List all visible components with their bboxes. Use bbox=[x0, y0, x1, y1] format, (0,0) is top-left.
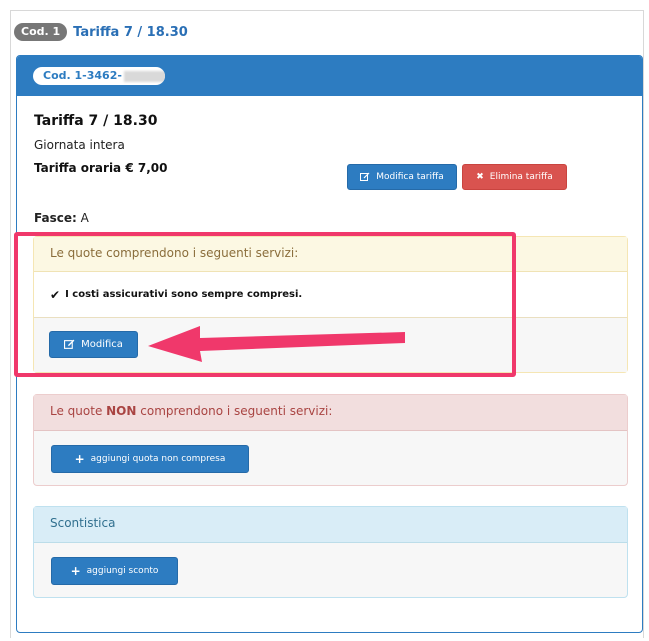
delete-tariff-button[interactable]: ✖ Elimina tariffa bbox=[462, 164, 567, 190]
modifica-label: Modifica bbox=[81, 339, 123, 350]
tariff-subtitle: Giornata intera bbox=[34, 138, 125, 152]
not-included-heading-post: comprendono i seguenti servizi: bbox=[136, 404, 333, 418]
discount-heading: Scontistica bbox=[34, 507, 627, 543]
close-icon: ✖ bbox=[476, 172, 484, 182]
discount-panel: Scontistica + aggiungi sconto bbox=[33, 506, 628, 598]
modifica-button[interactable]: Modifica bbox=[49, 331, 138, 358]
tariff-rate: Tariffa oraria € 7,00 bbox=[34, 161, 168, 175]
edit-icon bbox=[64, 339, 75, 349]
add-discount-button[interactable]: + aggiungi sconto bbox=[51, 557, 178, 585]
code-badge: Cod. 1 bbox=[14, 23, 68, 41]
page-title: Tariffa 7 / 18.30 bbox=[73, 24, 188, 40]
delete-tariff-label: Elimina tariffa bbox=[489, 172, 553, 182]
fasce-row: Fasce: A bbox=[34, 211, 89, 225]
add-not-included-button[interactable]: + aggiungi quota non compresa bbox=[51, 445, 249, 473]
not-included-heading-pre: Le quote bbox=[50, 404, 107, 418]
not-included-heading-bold: NON bbox=[106, 404, 137, 418]
edit-tariff-button[interactable]: Modifica tariffa bbox=[347, 164, 457, 190]
fasce-value: A bbox=[80, 211, 89, 225]
check-icon: ✔ bbox=[50, 287, 61, 302]
redacted-block bbox=[123, 70, 165, 82]
edit-icon bbox=[360, 172, 370, 181]
plus-icon: + bbox=[70, 564, 81, 578]
included-services-heading: Le quote comprendono i seguenti servizi: bbox=[34, 237, 627, 272]
not-included-services-panel: Le quote NON comprendono i seguenti serv… bbox=[33, 394, 628, 486]
tariff-code-pill: Cod. 1-3462- bbox=[33, 67, 165, 85]
list-item: ✔ I costi assicurativi sono sempre compr… bbox=[34, 272, 627, 318]
card-header: Cod. 1-3462- bbox=[17, 56, 642, 96]
add-not-included-label: aggiungi quota non compresa bbox=[90, 454, 226, 464]
included-item-text: I costi assicurativi sono sempre compres… bbox=[65, 289, 303, 300]
not-included-heading: Le quote NON comprendono i seguenti serv… bbox=[34, 395, 627, 431]
page-header: Cod. 1 Tariffa 7 / 18.30 bbox=[14, 23, 188, 41]
plus-icon: + bbox=[74, 452, 85, 466]
add-discount-label: aggiungi sconto bbox=[86, 566, 159, 576]
fasce-label: Fasce: bbox=[34, 211, 77, 225]
edit-tariff-label: Modifica tariffa bbox=[376, 172, 444, 182]
tariff-code-label: Cod. 1-3462- bbox=[43, 69, 122, 82]
tariff-title: Tariffa 7 / 18.30 bbox=[34, 113, 158, 129]
